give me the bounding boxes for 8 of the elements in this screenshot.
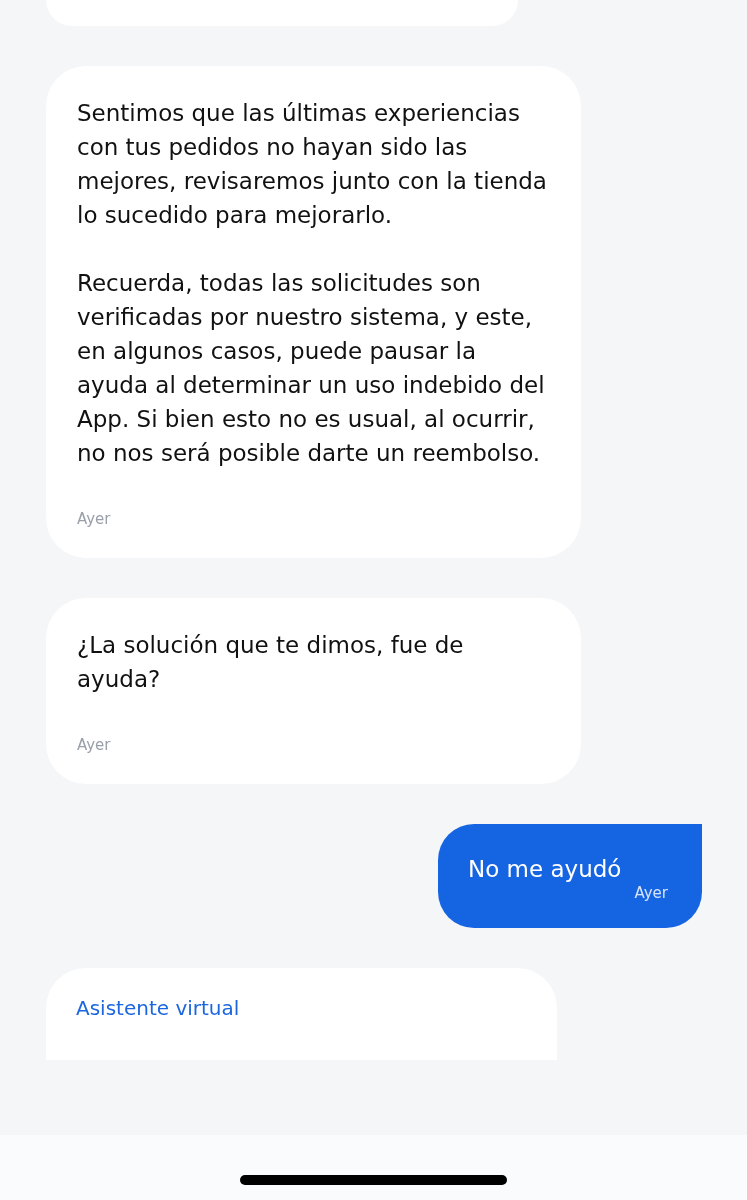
message-text: No me ayudó (468, 855, 623, 884)
message-time: Ayer (77, 736, 112, 754)
message-text: Recuerda, todas las solicitudes son verificadas por nuestro sistema, y este, en algunos casos, puede pausar la ayuda al determinar un uso indebido del App. Si bien esto no es usual, al ocurrir, no nos será posible darte un reembolso. (77, 269, 546, 468)
message-time: Ayer (77, 510, 112, 528)
card-link[interactable]: Asistente virtual (76, 996, 240, 1020)
message-time: Ayer (633, 884, 668, 902)
message-text: ¿La solución que te dimos, fue de ayuda? (77, 631, 465, 694)
message-text: Sentimos que las últimas experiencias con tus pedidos no hayan sido las mejores, revisaremos junto con la tienda lo sucedido para mejorarlo. (77, 99, 548, 230)
